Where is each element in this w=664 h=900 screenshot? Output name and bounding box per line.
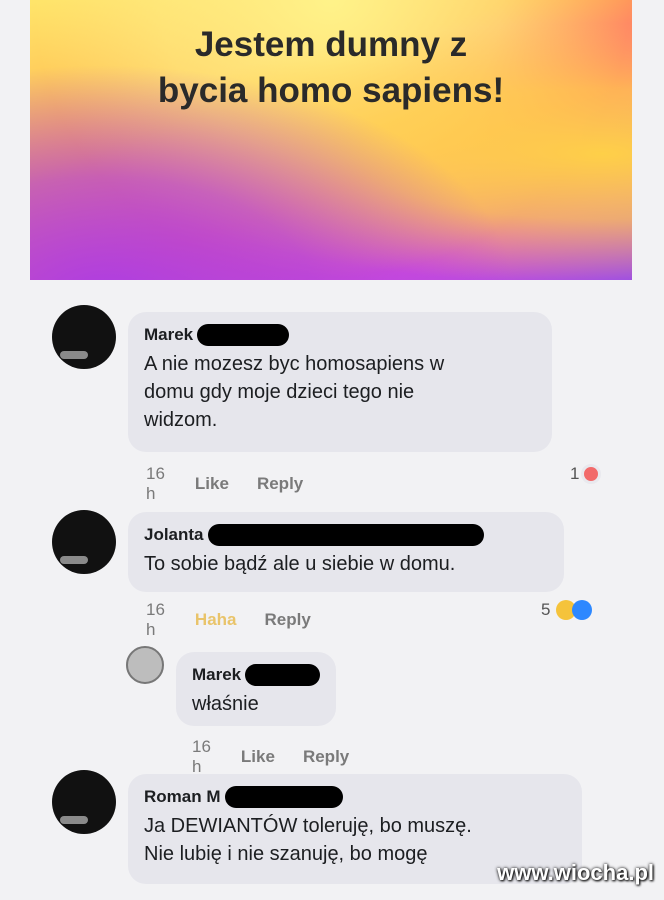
like-button[interactable]: Like (241, 747, 275, 767)
reaction-count: 5 (541, 600, 551, 619)
banner-title: Jestem dumny z bycia homo sapiens! (30, 22, 632, 114)
comment-text: To sobie bądź ale u siebie w domu. (144, 550, 548, 578)
comment-bubble: Jolanta To sobie bądź ale u siebie w dom… (128, 512, 564, 592)
avatar[interactable] (52, 305, 116, 369)
comment-author[interactable]: Marek (144, 324, 536, 346)
reply-button[interactable]: Reply (265, 610, 311, 630)
comment-line: domu gdy moje dzieci tego nie (144, 381, 415, 403)
comment-line: A nie mozesz byc homosapiens w (144, 353, 445, 375)
comment-time[interactable]: 16 h (192, 737, 211, 777)
reaction-count: 1 (570, 464, 580, 483)
comment-line: To sobie bądź ale u siebie w domu. (144, 553, 456, 575)
reaction-summary[interactable]: 5 (541, 600, 593, 620)
comment-meta: 16 h Haha Reply (146, 600, 339, 640)
comment-line: widzom. (144, 409, 218, 431)
comment-text: właśnie (192, 690, 320, 718)
comment-line: Ja DEWIANTÓW toleruję, bo muszę. (144, 815, 472, 837)
author-name[interactable]: Marek (192, 664, 241, 686)
avatar[interactable] (52, 770, 116, 834)
redaction-mark (197, 324, 290, 346)
comment-text: A nie mozesz byc homosapiens w domu gdy … (144, 350, 536, 434)
site-watermark: www.wiocha.pl (497, 860, 654, 885)
avatar-badge-icon (60, 816, 88, 824)
comment-time[interactable]: 16 h (146, 464, 165, 504)
comment-bubble: Marek A nie mozesz byc homosapiens w dom… (128, 312, 552, 452)
avatar-badge-icon (60, 556, 88, 564)
banner-title-line-1: Jestem dumny z (194, 25, 468, 64)
post-image-banner[interactable]: Jestem dumny z bycia homo sapiens! (30, 0, 632, 280)
redaction-mark (245, 664, 320, 686)
like-reaction-icon (572, 600, 593, 620)
redaction-mark (207, 524, 484, 546)
comment-author[interactable]: Jolanta (144, 524, 548, 546)
reply-button[interactable]: Reply (303, 747, 349, 767)
author-name[interactable]: Marek (144, 324, 193, 346)
avatar-badge-icon (60, 351, 88, 359)
haha-button[interactable]: Haha (195, 610, 237, 630)
redaction-mark (224, 786, 343, 808)
comment-author[interactable]: Marek (192, 664, 320, 686)
avatar[interactable] (52, 510, 116, 574)
comment-time[interactable]: 16 h (146, 600, 165, 640)
author-name[interactable]: Roman M (144, 786, 221, 808)
comment-line: właśnie (192, 693, 259, 715)
comment-meta: 16 h Like Reply (192, 737, 377, 777)
avatar[interactable] (126, 646, 164, 684)
comment-meta: 16 h Like Reply (146, 464, 331, 504)
comment-author[interactable]: Roman M (144, 786, 566, 808)
comment-bubble: Marek właśnie (176, 652, 336, 726)
reply-button[interactable]: Reply (257, 474, 303, 494)
reaction-summary[interactable]: 1 (570, 464, 602, 484)
wow-reaction-icon (581, 464, 602, 484)
like-button[interactable]: Like (195, 474, 229, 494)
author-name[interactable]: Jolanta (144, 524, 204, 546)
banner-title-line-2: bycia homo sapiens! (157, 71, 505, 110)
